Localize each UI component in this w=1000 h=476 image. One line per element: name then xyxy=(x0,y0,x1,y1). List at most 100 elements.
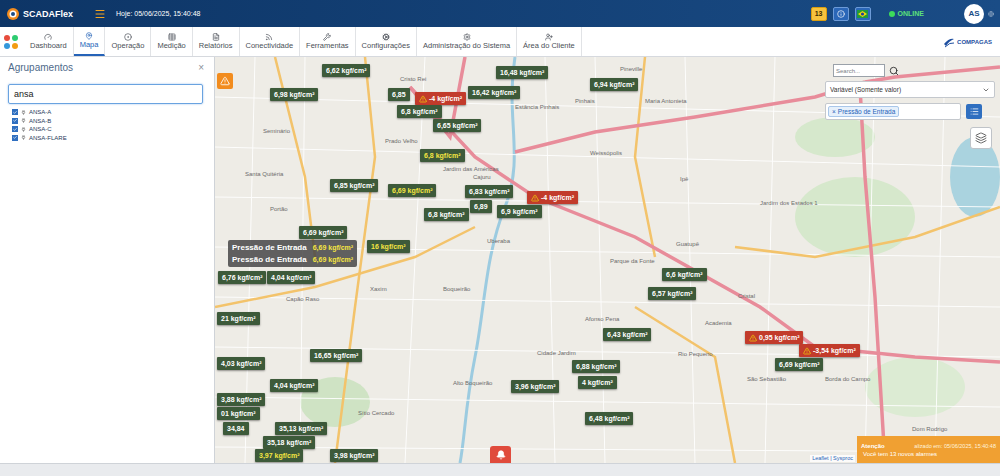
nav-tab[interactable]: Conectividade xyxy=(240,27,301,56)
alarms-bell-button[interactable] xyxy=(490,446,511,463)
pressure-marker[interactable]: 16 kgf/cm² xyxy=(367,240,410,253)
connection-status: ONLINE xyxy=(889,9,924,18)
pressure-marker[interactable]: 01 kgf/cm² xyxy=(217,407,260,420)
alarm-badge[interactable]: 13 xyxy=(811,7,827,21)
variable-select[interactable]: Variável (Somente valor) xyxy=(825,81,995,98)
warning-icon xyxy=(220,76,230,86)
tooltip-row: Pressão de Entrada6,69 kgf/cm² xyxy=(232,254,353,265)
pressure-marker[interactable]: 6,6 kgf/cm² xyxy=(662,268,707,281)
group-search[interactable]: ansa xyxy=(8,84,203,104)
nav-tab[interactable]: Medição xyxy=(151,27,192,56)
nav-tab[interactable]: Configurações xyxy=(356,27,417,56)
pressure-marker[interactable]: 6,57 kgf/cm² xyxy=(648,287,696,300)
nav-tab[interactable]: Operação xyxy=(105,27,151,56)
user-avatar[interactable]: AS xyxy=(964,4,984,24)
remove-tag-button[interactable]: × xyxy=(832,107,836,116)
pressure-marker[interactable]: 6,62 kgf/cm² xyxy=(322,64,370,77)
alarm-notification[interactable]: Atençãoalizado em: 05/06/2025, 15:40:48V… xyxy=(857,436,1000,463)
nav-tab[interactable]: Administração do Sistema xyxy=(417,27,517,56)
place-label: Ipê xyxy=(680,175,688,183)
checkbox[interactable] xyxy=(12,118,18,124)
pressure-marker[interactable]: 34,84 xyxy=(223,422,249,435)
checkbox[interactable] xyxy=(12,109,18,115)
pressure-marker[interactable]: 6,88 kgf/cm² xyxy=(572,360,620,373)
chevron-down-icon xyxy=(982,86,990,94)
pressure-marker[interactable]: 6,48 kgf/cm² xyxy=(585,412,633,425)
status-dot xyxy=(889,11,895,17)
pressure-marker[interactable]: 6,94 kgf/cm² xyxy=(590,78,638,91)
pressure-marker[interactable]: 6,65 kgf/cm² xyxy=(433,119,481,132)
map-alert-button[interactable] xyxy=(217,73,233,89)
nav-tab[interactable]: Mapa xyxy=(74,27,106,56)
pressure-marker[interactable]: 6,8 kgf/cm² xyxy=(420,149,465,162)
logo[interactable]: SCADAFlex xyxy=(6,7,94,21)
alarm-marker[interactable]: 0,95 kgf/cm² xyxy=(745,331,803,344)
place-label: Cajuru xyxy=(473,173,491,181)
pressure-marker[interactable]: 4,04 kgf/cm² xyxy=(267,271,315,284)
pressure-marker[interactable]: 6,98 kgf/cm² xyxy=(270,88,318,101)
pressure-marker[interactable]: 35,18 kgf/cm² xyxy=(263,436,315,449)
nav-tab[interactable]: Dashboard xyxy=(24,27,74,56)
pressure-marker[interactable]: 3,96 kgf/cm² xyxy=(511,380,559,393)
pressure-marker[interactable]: 6,8 kgf/cm² xyxy=(424,208,469,221)
place-label: Seminário xyxy=(263,127,290,135)
check-icon xyxy=(13,118,17,123)
pressure-marker[interactable]: 3,88 kgf/cm² xyxy=(217,393,265,406)
info-button[interactable] xyxy=(833,7,849,21)
group-item[interactable]: ANSA-A xyxy=(12,108,206,117)
pressure-marker[interactable]: 6,76 kgf/cm² xyxy=(218,271,266,284)
pressure-marker[interactable]: 6,89 xyxy=(470,200,492,213)
nav-tab[interactable]: Ferramentas xyxy=(300,27,356,56)
place-label: São Sebastião xyxy=(747,375,786,383)
pressure-marker[interactable]: 16,65 kgf/cm² xyxy=(310,349,362,362)
tab-icon xyxy=(323,33,331,41)
filter-tag[interactable]: ×Pressão de Entrada xyxy=(828,106,899,117)
map-search-input[interactable]: Search... xyxy=(833,64,885,77)
pressure-marker[interactable]: 6,85 xyxy=(388,88,410,101)
list-button[interactable] xyxy=(966,104,982,119)
pressure-marker[interactable]: 6,43 kgf/cm² xyxy=(603,328,651,341)
settings-dots-icon[interactable] xyxy=(988,11,994,17)
map[interactable]: Cristo ReiEstância PinhaisPinhaisPinevil… xyxy=(215,57,1000,463)
layers-button[interactable] xyxy=(970,127,992,149)
filter-box[interactable]: ×Pressão de Entrada xyxy=(825,103,961,120)
pressure-marker[interactable]: 21 kgf/cm² xyxy=(217,312,260,325)
nav-tab[interactable]: Relatórios xyxy=(193,27,240,56)
pressure-marker[interactable]: 6,8 kgf/cm² xyxy=(397,105,442,118)
info-icon xyxy=(837,10,845,18)
pressure-marker[interactable]: 3,98 kgf/cm² xyxy=(330,449,378,462)
menu-icon[interactable] xyxy=(94,8,106,20)
group-item[interactable]: ANSA-B xyxy=(12,117,206,126)
group-item[interactable]: ANSA-C xyxy=(12,125,206,134)
checkbox[interactable] xyxy=(12,126,18,132)
language-button[interactable] xyxy=(855,7,871,21)
place-label: Santa Quitéria xyxy=(245,170,283,178)
place-label: Xaxim xyxy=(370,285,387,293)
search-icon[interactable] xyxy=(889,66,899,76)
alarm-marker[interactable]: -3,54 kgf/cm² xyxy=(799,344,860,357)
checkbox[interactable] xyxy=(12,135,18,141)
pressure-marker[interactable]: 16,48 kgf/cm² xyxy=(496,66,548,79)
pressure-marker[interactable]: 6,85 kgf/cm² xyxy=(330,179,378,192)
alarm-marker[interactable]: -4 kgf/cm² xyxy=(415,92,466,105)
group-item[interactable]: ANSA-FLARE xyxy=(12,134,206,143)
pressure-marker[interactable]: 6,69 kgf/cm² xyxy=(299,226,347,239)
place-label: Uberaba xyxy=(487,237,510,245)
brand-swoosh-icon xyxy=(943,36,955,48)
pressure-marker[interactable]: 4,03 kgf/cm² xyxy=(217,357,265,370)
nav-tab[interactable]: Área do Cliente xyxy=(517,27,582,56)
pressure-marker[interactable]: 6,69 kgf/cm² xyxy=(388,184,436,197)
close-button[interactable]: × xyxy=(198,62,204,74)
alarm-marker[interactable]: -4 kgf/cm² xyxy=(527,191,578,204)
pressure-marker[interactable]: 4,04 kgf/cm² xyxy=(270,379,318,392)
tab-icon xyxy=(168,33,176,41)
place-label: Portão xyxy=(270,205,288,213)
pressure-marker[interactable]: 3,97 kgf/cm² xyxy=(255,449,303,462)
pressure-marker[interactable]: 16,42 kgf/cm² xyxy=(468,86,520,99)
pressure-marker[interactable]: 6,83 kgf/cm² xyxy=(465,185,513,198)
pressure-marker[interactable]: 35,13 kgf/cm² xyxy=(275,422,327,435)
pressure-marker[interactable]: 6,9 kgf/cm² xyxy=(497,205,542,218)
pressure-marker[interactable]: 6,69 kgf/cm² xyxy=(775,358,823,371)
apps-icon[interactable] xyxy=(4,35,18,49)
pressure-marker[interactable]: 4 kgf/cm² xyxy=(578,376,617,389)
